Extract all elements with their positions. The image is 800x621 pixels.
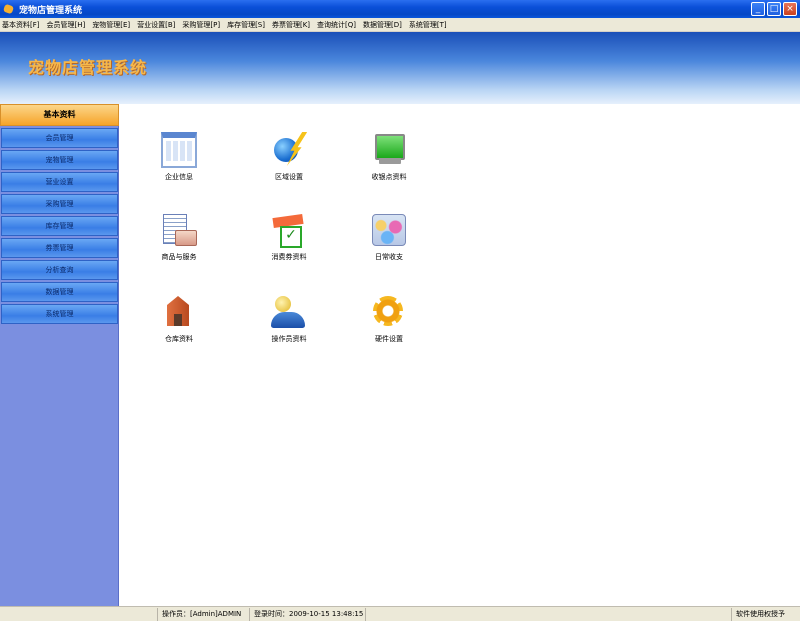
status-license: 软件使用权授予 [736, 609, 785, 618]
status-operator: 操作员：[Admin]ADMIN [158, 607, 250, 621]
tile-label: 日常收支 [375, 253, 403, 261]
tile-label: 仓库资料 [165, 335, 193, 343]
globe-lightning-icon [271, 132, 307, 168]
sidebar: 基本资料 会员管理 宠物管理 营业设置 采购管理 库存管理 券票管理 分析查询 … [0, 104, 119, 606]
sidebar-item-analysis[interactable]: 分析查询 [1, 260, 118, 280]
menu-voucher[interactable]: 券票管理[K] [270, 20, 312, 30]
app-window: 宠物店管理系统 _ □ × 基本资料[F] 会员管理[H] 宠物管理[E] 营业… [0, 0, 800, 621]
tile-label: 硬件设置 [375, 335, 403, 343]
sidebar-item-inventory[interactable]: 库存管理 [1, 216, 118, 236]
sidebar-header-basic-data[interactable]: 基本资料 [0, 104, 119, 126]
banner-title: 宠物店管理系统 [28, 58, 148, 77]
voucher-check-icon [271, 212, 307, 248]
menu-query-stats[interactable]: 查询统计[Q] [315, 20, 358, 30]
hardware-gear-icon [371, 294, 407, 330]
main-panel: 企业信息 区域设置 收银点资料 商品与服务 消费券资料 日常收支 仓库资料 [120, 104, 800, 606]
minimize-icon[interactable]: _ [751, 2, 765, 16]
enterprise-icon [161, 132, 197, 168]
window-controls: _ □ × [751, 2, 797, 16]
sidebar-item-purchase[interactable]: 采购管理 [1, 194, 118, 214]
menu-inventory[interactable]: 库存管理[S] [225, 20, 267, 30]
app-icon [3, 3, 15, 15]
menu-business-setup[interactable]: 营业设置[B] [135, 20, 177, 30]
tile-cashpoint[interactable]: 收银点资料 [354, 132, 424, 182]
tile-region-settings[interactable]: 区域设置 [254, 132, 324, 182]
tile-operator[interactable]: 操作员资料 [254, 294, 324, 344]
tile-warehouse[interactable]: 仓库资料 [144, 294, 214, 344]
maximize-icon[interactable]: □ [767, 2, 781, 16]
header-banner: 宠物店管理系统 [0, 32, 800, 104]
menu-purchase[interactable]: 采购管理[P] [180, 20, 222, 30]
tile-label: 收银点资料 [371, 173, 407, 181]
menu-system[interactable]: 系统管理[T] [407, 20, 449, 30]
sidebar-item-business-setup[interactable]: 营业设置 [1, 172, 118, 192]
window-title: 宠物店管理系统 [19, 5, 83, 16]
menu-bar: 基本资料[F] 会员管理[H] 宠物管理[E] 营业设置[B] 采购管理[P] … [0, 18, 800, 32]
sidebar-item-member[interactable]: 会员管理 [1, 128, 118, 148]
tile-enterprise-info[interactable]: 企业信息 [144, 132, 214, 182]
close-icon[interactable]: × [783, 2, 797, 16]
status-spacer [0, 607, 158, 621]
title-bar: 宠物店管理系统 _ □ × [0, 0, 800, 18]
sidebar-item-data[interactable]: 数据管理 [1, 282, 118, 302]
sidebar-item-pet[interactable]: 宠物管理 [1, 150, 118, 170]
warehouse-icon [161, 294, 197, 330]
status-login-time: 登录时间：2009-10-15 13:48:15 [250, 607, 366, 621]
sidebar-item-voucher[interactable]: 券票管理 [1, 238, 118, 258]
tile-label: 企业信息 [165, 173, 193, 181]
menu-data[interactable]: 数据管理[D] [361, 20, 404, 30]
monitor-icon [371, 132, 407, 168]
tile-hardware[interactable]: 硬件设置 [354, 294, 424, 344]
tile-label: 区域设置 [275, 173, 303, 181]
tile-label: 操作员资料 [271, 335, 307, 343]
status-spacer-2 [366, 607, 732, 621]
operator-user-icon [271, 294, 307, 330]
tile-goods-services[interactable]: 商品与服务 [144, 212, 214, 262]
menu-pet[interactable]: 宠物管理[E] [90, 20, 132, 30]
menu-basic-data[interactable]: 基本资料[F] [0, 20, 42, 30]
status-bar: 操作员：[Admin]ADMIN 登录时间：2009-10-15 13:48:1… [0, 606, 800, 621]
sidebar-item-system[interactable]: 系统管理 [1, 304, 118, 324]
daily-balance-icon [371, 212, 407, 248]
tile-daily-balance[interactable]: 日常收支 [354, 212, 424, 262]
goods-document-icon [161, 212, 197, 248]
tile-voucher[interactable]: 消费券资料 [254, 212, 324, 262]
tile-label: 消费券资料 [271, 253, 307, 261]
menu-member[interactable]: 会员管理[H] [45, 20, 88, 30]
tile-label: 商品与服务 [161, 253, 197, 261]
